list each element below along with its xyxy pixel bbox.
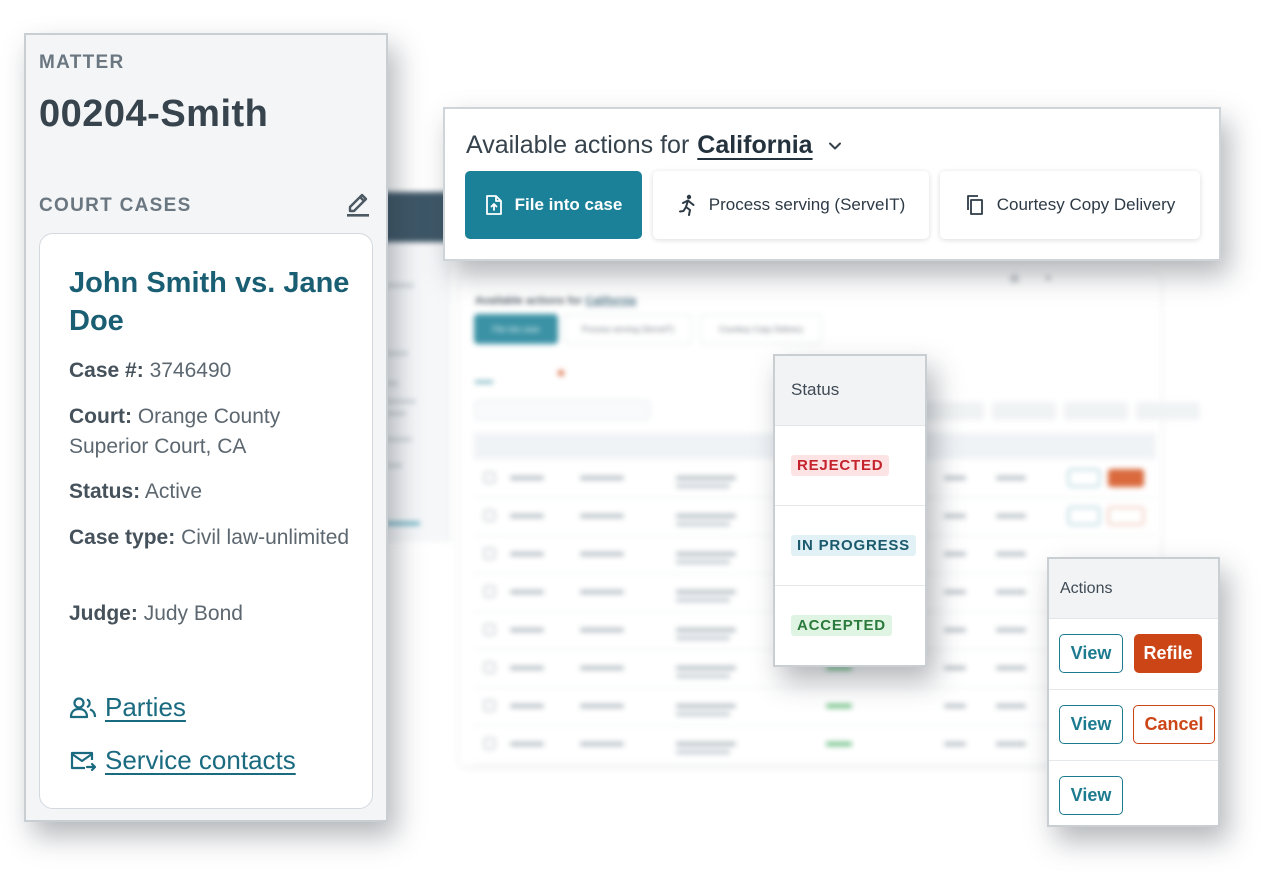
view-button[interactable]: View: [1059, 705, 1123, 744]
runner-icon: [678, 194, 695, 216]
court-label: Court:: [69, 405, 132, 428]
status-header-label: Status: [791, 380, 840, 399]
case-number-label: Case #:: [69, 359, 144, 382]
court-case-card: John Smith vs. Jane Doe Case #: 3746490 …: [39, 233, 373, 809]
status-badge-accepted: ACCEPTED: [791, 615, 892, 636]
status-column-card: Status REJECTED IN PROGRESS ACCEPTED: [773, 354, 927, 667]
actions-row: View: [1049, 761, 1218, 832]
case-type-field: Case type: Civil law-unlimited: [69, 523, 359, 553]
available-actions-card: Available actions for California File in…: [443, 107, 1221, 261]
actions-header-label: Actions: [1060, 580, 1113, 597]
status-badge-in-progress: IN PROGRESS: [791, 535, 916, 556]
matter-title: 00204-Smith: [39, 93, 269, 135]
mail-forward-icon: [70, 751, 97, 771]
status-label: Status:: [69, 480, 141, 503]
refile-button[interactable]: Refile: [1134, 634, 1202, 673]
bg-file-into-case-button: File into case: [474, 314, 558, 344]
file-into-case-button[interactable]: File into case: [465, 171, 642, 239]
judge-field: Judge: Judy Bond: [69, 599, 359, 629]
process-serving-label: Process serving (ServeIT): [708, 195, 906, 214]
parties-link[interactable]: Parties: [69, 692, 186, 723]
service-contacts-link[interactable]: Service contacts: [69, 745, 296, 776]
bg-courtesy-copy-button: Courtesy Copy Delivery: [700, 314, 822, 344]
file-upload-icon: [485, 195, 502, 215]
state-selector[interactable]: California: [697, 131, 812, 160]
bg-tabs: [475, 368, 565, 383]
status-row: ACCEPTED: [775, 586, 925, 666]
courtesy-copy-label: Courtesy Copy Delivery: [996, 195, 1176, 214]
parties-link-label: Parties: [105, 692, 186, 722]
service-contacts-link-label: Service contacts: [105, 745, 296, 775]
actions-row: View Cancel: [1049, 690, 1218, 761]
bg-side-panel: [380, 242, 450, 542]
file-into-case-label: File into case: [514, 195, 623, 214]
judge-label: Judge:: [69, 602, 138, 625]
matter-label: MATTER: [39, 52, 125, 73]
case-type-label: Case type:: [69, 526, 176, 549]
cancel-button[interactable]: Cancel: [1133, 705, 1215, 744]
copy-icon: [966, 195, 983, 215]
courtesy-copy-button[interactable]: Courtesy Copy Delivery: [940, 171, 1200, 239]
case-number-value: 3746490: [149, 359, 232, 382]
bg-search-input: [475, 400, 650, 420]
status-field: Status: Active: [69, 477, 359, 507]
status-row: IN PROGRESS: [775, 506, 925, 586]
bg-filters: [920, 402, 1200, 420]
status-row: REJECTED: [775, 426, 925, 506]
matter-panel: MATTER 00204-Smith COURT CASES John Smit…: [24, 33, 388, 822]
actions-row: View Refile: [1049, 619, 1218, 690]
case-type-value: Civil law-unlimited: [181, 526, 350, 549]
process-serving-button[interactable]: Process serving (ServeIT): [653, 171, 929, 239]
available-actions-prefix: Available actions for: [466, 131, 690, 159]
status-badge-rejected: REJECTED: [791, 455, 890, 476]
case-number-field: Case #: 3746490: [69, 356, 359, 386]
bg-process-serving-button: Process serving (ServeIT): [564, 314, 692, 344]
court-field: Court: Orange County Superior Court, CA: [69, 402, 359, 462]
actions-column-card: Actions View Refile View Cancel View: [1047, 557, 1220, 827]
status-column-header: Status: [775, 356, 925, 426]
chevron-down-icon[interactable]: [827, 138, 843, 154]
bg-top-links: ▤ ▾: [1010, 273, 1051, 283]
bg-top-nav: [380, 192, 450, 242]
status-value: Active: [144, 480, 203, 503]
pencil-icon[interactable]: [344, 187, 372, 217]
case-title: John Smith vs. Jane Doe: [69, 267, 350, 337]
bg-actions-title: Available actions for California: [475, 295, 636, 307]
available-actions-title: Available actions for California: [466, 131, 843, 160]
actions-column-header: Actions: [1049, 559, 1218, 619]
view-button[interactable]: View: [1059, 634, 1123, 673]
judge-value: Judy Bond: [143, 602, 243, 625]
court-cases-label: COURT CASES: [39, 195, 192, 216]
view-button[interactable]: View: [1059, 776, 1123, 815]
people-icon: [69, 696, 97, 718]
